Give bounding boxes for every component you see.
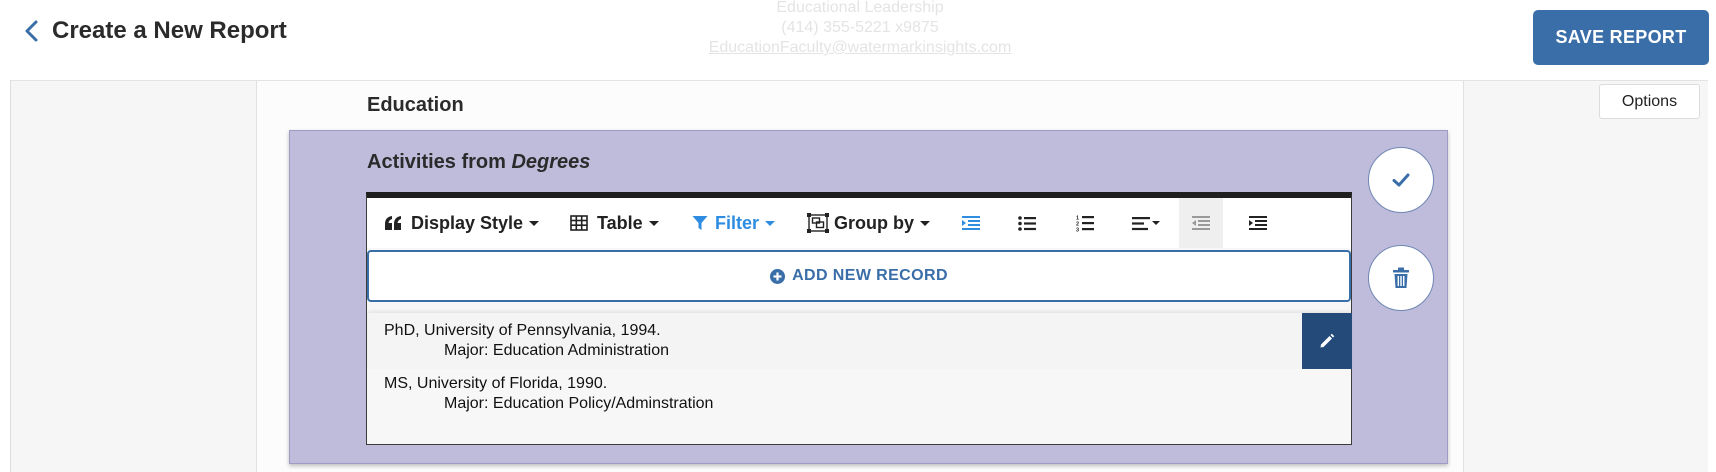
group-by-dropdown[interactable]: Group by (807, 198, 930, 248)
watermark-phone: (414) 355-5221 x9875 (781, 19, 939, 36)
panel-title: Activities from Degrees (367, 151, 590, 174)
back-button[interactable] (18, 14, 46, 48)
group-objects-icon (807, 213, 829, 233)
record-degree: MS, University of Florida, 1990. (384, 375, 608, 392)
edit-record-button[interactable] (1302, 313, 1352, 369)
options-button[interactable]: Options (1599, 84, 1700, 119)
table-label: Table (597, 212, 643, 233)
record-row[interactable]: MS, University of Florida, 1990. Major: … (368, 366, 1351, 422)
filter-label: Filter (715, 212, 760, 233)
panel-title-source: Degrees (511, 151, 591, 173)
bulleted-list-icon (1018, 215, 1036, 231)
header: Create a New Report Educational Leadersh… (0, 0, 1716, 80)
table-dropdown[interactable]: Table (570, 198, 659, 248)
display-style-label: Display Style (411, 212, 524, 233)
chevron-left-icon (25, 20, 38, 42)
svg-text:3: 3 (1076, 228, 1079, 233)
confirm-button[interactable] (1368, 147, 1434, 213)
caret-down-icon (529, 220, 540, 226)
record-row[interactable]: PhD, University of Pennsylvania, 1994. M… (368, 313, 1351, 369)
hanging-indent-button[interactable] (949, 198, 993, 248)
outdent-icon (1192, 216, 1210, 230)
filter-dropdown[interactable]: Filter (692, 198, 776, 248)
record-degree: PhD, University of Pennsylvania, 1994. (384, 322, 661, 339)
add-new-record-button[interactable]: ADD NEW RECORD (367, 250, 1351, 302)
pencil-icon (1320, 333, 1335, 348)
caret-down-icon (765, 220, 776, 226)
watermark-email[interactable]: EducationFaculty@watermarkinsights.com (700, 38, 1020, 58)
hanging-indent-icon (962, 216, 980, 230)
group-by-label: Group by (834, 212, 914, 233)
table-icon (570, 215, 588, 231)
numbered-list-button[interactable]: 1 2 3 (1063, 198, 1107, 248)
bulleted-list-button[interactable] (1005, 198, 1049, 248)
plus-circle-icon (770, 268, 786, 284)
page-title: Create a New Report (52, 17, 287, 44)
filter-icon (692, 216, 708, 230)
indent-button[interactable] (1236, 198, 1280, 248)
numbered-list-icon: 1 2 3 (1076, 216, 1094, 233)
save-report-button[interactable]: SAVE REPORT (1533, 10, 1709, 65)
watermark-department: Educational Leadership (776, 0, 944, 16)
record-major: Major: Education Policy/Adminstration (444, 395, 714, 412)
trash-icon (1393, 267, 1409, 288)
display-style-dropdown[interactable]: Display Style (384, 198, 540, 248)
left-margin (11, 81, 257, 472)
caret-down-icon (648, 220, 659, 226)
watermark: Educational Leadership (414) 355-5221 x9… (700, 0, 1020, 58)
quote-icon (385, 216, 401, 230)
align-left-icon (1132, 216, 1160, 230)
panel-title-prefix: Activities from (367, 151, 512, 173)
indent-icon (1249, 216, 1267, 230)
outdent-button[interactable] (1179, 198, 1223, 248)
caret-down-icon (920, 220, 930, 226)
record-major: Major: Education Administration (444, 342, 669, 359)
add-new-record-label: ADD NEW RECORD (792, 267, 948, 284)
align-dropdown[interactable] (1121, 198, 1171, 248)
delete-button[interactable] (1368, 245, 1434, 311)
right-margin (1463, 81, 1708, 472)
section-title: Education (367, 94, 464, 116)
check-icon (1392, 173, 1410, 187)
editor-toolbar: Display Style Table Filter Group by 1 2 … (367, 198, 1351, 248)
